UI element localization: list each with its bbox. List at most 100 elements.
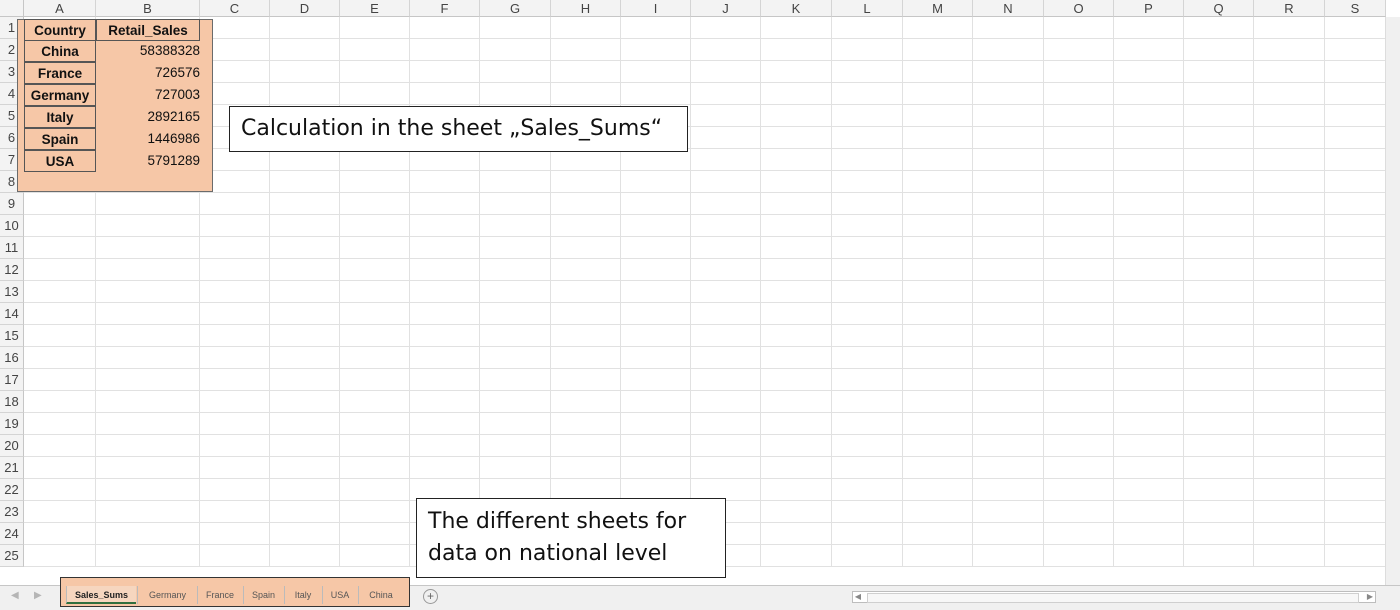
gridline-horizontal	[24, 214, 1386, 215]
sheets-callout-line2: data on national level	[428, 541, 668, 566]
gridline-vertical	[409, 17, 410, 567]
gridline-vertical	[1113, 17, 1114, 567]
gridline-horizontal	[24, 60, 1386, 61]
gridline-vertical	[972, 17, 973, 567]
retail-sales-cell[interactable]: 2892165	[96, 106, 214, 128]
column-header-q[interactable]: Q	[1184, 0, 1254, 17]
gridline-horizontal	[24, 412, 1386, 413]
column-header-e[interactable]: E	[340, 0, 410, 17]
gridline-horizontal	[24, 104, 1386, 105]
row-header-20[interactable]: 20	[0, 435, 24, 457]
row-header-23[interactable]: 23	[0, 501, 24, 523]
column-header-o[interactable]: O	[1044, 0, 1114, 17]
row-header-25[interactable]: 25	[0, 545, 24, 567]
retail-sales-cell[interactable]: 726576	[96, 62, 214, 84]
gridline-vertical	[831, 17, 832, 567]
column-header-g[interactable]: G	[480, 0, 551, 17]
gridline-horizontal	[24, 346, 1386, 347]
column-header-i[interactable]: I	[621, 0, 691, 17]
scroll-right-icon[interactable]: ▶	[1365, 592, 1375, 602]
retail-sales-cell[interactable]: 5791289	[96, 150, 214, 172]
gridline-horizontal	[24, 192, 1386, 193]
row-header-22[interactable]: 22	[0, 479, 24, 501]
sheet-tab-italy[interactable]: Italy	[284, 586, 321, 604]
gridline-horizontal	[24, 390, 1386, 391]
row-header-16[interactable]: 16	[0, 347, 24, 369]
column-header-r[interactable]: R	[1254, 0, 1325, 17]
gridline-vertical	[550, 17, 551, 567]
gridline-vertical	[902, 17, 903, 567]
horizontal-scrollbar[interactable]: ◀ ▶	[852, 591, 1376, 603]
row-header-12[interactable]: 12	[0, 259, 24, 281]
gridline-horizontal	[24, 456, 1386, 457]
horizontal-scrollbar-thumb[interactable]	[867, 593, 1359, 603]
scroll-tabs-left-icon[interactable]: ◀	[11, 590, 19, 601]
retail-sales-cell[interactable]: 1446986	[96, 128, 214, 150]
gridline-horizontal	[24, 170, 1386, 171]
gridline-vertical	[760, 17, 761, 567]
column-header-n[interactable]: N	[973, 0, 1044, 17]
column-header-k[interactable]: K	[761, 0, 832, 17]
gridline-vertical	[479, 17, 480, 567]
column-header-a[interactable]: A	[24, 0, 96, 17]
sheet-tab-china[interactable]: China	[358, 586, 403, 604]
row-header-24[interactable]: 24	[0, 523, 24, 545]
column-header-j[interactable]: J	[691, 0, 761, 17]
row-header-13[interactable]: 13	[0, 281, 24, 303]
row-header-18[interactable]: 18	[0, 391, 24, 413]
header-retail-sales[interactable]: Retail_Sales	[96, 19, 200, 41]
row-header-14[interactable]: 14	[0, 303, 24, 325]
scroll-tabs-right-icon[interactable]: ▶	[34, 590, 42, 601]
sheet-tab-sales-sums[interactable]: Sales_Sums	[66, 586, 136, 604]
gridline-vertical	[339, 17, 340, 567]
row-header-9[interactable]: 9	[0, 193, 24, 215]
row-header-11[interactable]: 11	[0, 237, 24, 259]
gridline-vertical	[1253, 17, 1254, 567]
scroll-left-icon[interactable]: ◀	[853, 592, 863, 602]
retail-sales-cell[interactable]: 727003	[96, 84, 214, 106]
country-cell[interactable]: USA	[24, 150, 96, 172]
vertical-scrollbar[interactable]	[1385, 17, 1400, 585]
row-header-19[interactable]: 19	[0, 413, 24, 435]
gridline-horizontal	[24, 38, 1386, 39]
calculation-callout: Calculation in the sheet „Sales_Sums“	[229, 106, 688, 152]
country-cell[interactable]: Spain	[24, 128, 96, 150]
column-header-h[interactable]: H	[551, 0, 621, 17]
header-country[interactable]: Country	[24, 19, 96, 41]
gridline-horizontal	[24, 302, 1386, 303]
column-header-m[interactable]: M	[903, 0, 973, 17]
gridline-horizontal	[24, 258, 1386, 259]
country-cell[interactable]: France	[24, 62, 96, 84]
row-header-10[interactable]: 10	[0, 215, 24, 237]
gridline-horizontal	[24, 434, 1386, 435]
sheets-callout-line1: The different sheets for	[428, 509, 687, 534]
sheet-tab-germany[interactable]: Germany	[137, 586, 197, 604]
gridline-horizontal	[24, 324, 1386, 325]
country-cell[interactable]: Germany	[24, 84, 96, 106]
calculation-callout-text: Calculation in the sheet „Sales_Sums“	[241, 116, 663, 141]
column-header-d[interactable]: D	[270, 0, 340, 17]
select-all-corner[interactable]	[0, 0, 24, 17]
retail-sales-cell[interactable]: 58388328	[96, 40, 214, 62]
gridline-horizontal	[24, 82, 1386, 83]
row-header-17[interactable]: 17	[0, 369, 24, 391]
gridline-vertical	[269, 17, 270, 567]
gridline-vertical	[1043, 17, 1044, 567]
country-cell[interactable]: China	[24, 40, 96, 62]
column-header-s[interactable]: S	[1325, 0, 1386, 17]
column-header-c[interactable]: C	[200, 0, 270, 17]
sheet-tab-usa[interactable]: USA	[322, 586, 357, 604]
new-sheet-icon[interactable]: +	[423, 589, 438, 604]
gridline-vertical	[620, 17, 621, 567]
column-header-b[interactable]: B	[96, 0, 200, 17]
gridline-horizontal	[24, 280, 1386, 281]
country-cell[interactable]: Italy	[24, 106, 96, 128]
column-header-f[interactable]: F	[410, 0, 480, 17]
row-header-15[interactable]: 15	[0, 325, 24, 347]
sheet-tab-spain[interactable]: Spain	[243, 586, 283, 604]
sheet-tab-france[interactable]: France	[197, 586, 242, 604]
gridline-vertical	[1183, 17, 1184, 567]
column-header-l[interactable]: L	[832, 0, 903, 17]
column-header-p[interactable]: P	[1114, 0, 1184, 17]
row-header-21[interactable]: 21	[0, 457, 24, 479]
